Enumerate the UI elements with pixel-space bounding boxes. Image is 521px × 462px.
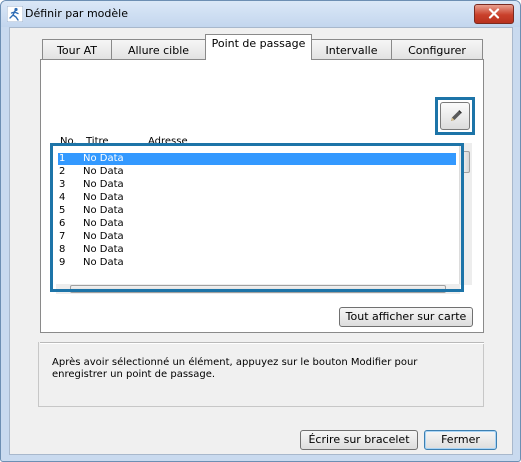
tab-allure-cible[interactable]: Allure cible: [111, 39, 206, 59]
close-button[interactable]: Fermer: [424, 430, 497, 450]
write-to-bracelet-button[interactable]: Écrire sur bracelet: [300, 430, 418, 450]
tab-intervalle[interactable]: Intervalle: [311, 39, 392, 59]
tab-label: Intervalle: [325, 44, 378, 57]
divider: [40, 342, 484, 344]
tab-label: Point de passage: [211, 37, 306, 50]
info-text: Après avoir sélectionné un élément, appu…: [52, 357, 418, 380]
tab-point-de-passage[interactable]: Point de passage: [205, 34, 312, 60]
tab-label: Tour AT: [57, 44, 97, 57]
tab-label: Allure cible: [127, 44, 190, 57]
edit-button-highlight: [435, 97, 475, 135]
show-all-on-map-button[interactable]: Tout afficher sur carte: [339, 307, 473, 327]
window-close-button[interactable]: [474, 4, 514, 24]
tab-tour-at[interactable]: Tour AT: [42, 39, 112, 59]
tab-label: Configurer: [408, 44, 466, 57]
tab-configurer[interactable]: Configurer: [391, 39, 483, 59]
window-title: Définir par modèle: [25, 7, 128, 20]
close-icon: [488, 8, 500, 19]
list-highlight: [50, 143, 464, 292]
runner-icon: [7, 6, 23, 22]
title-bar[interactable]: Définir par modèle: [1, 1, 520, 27]
